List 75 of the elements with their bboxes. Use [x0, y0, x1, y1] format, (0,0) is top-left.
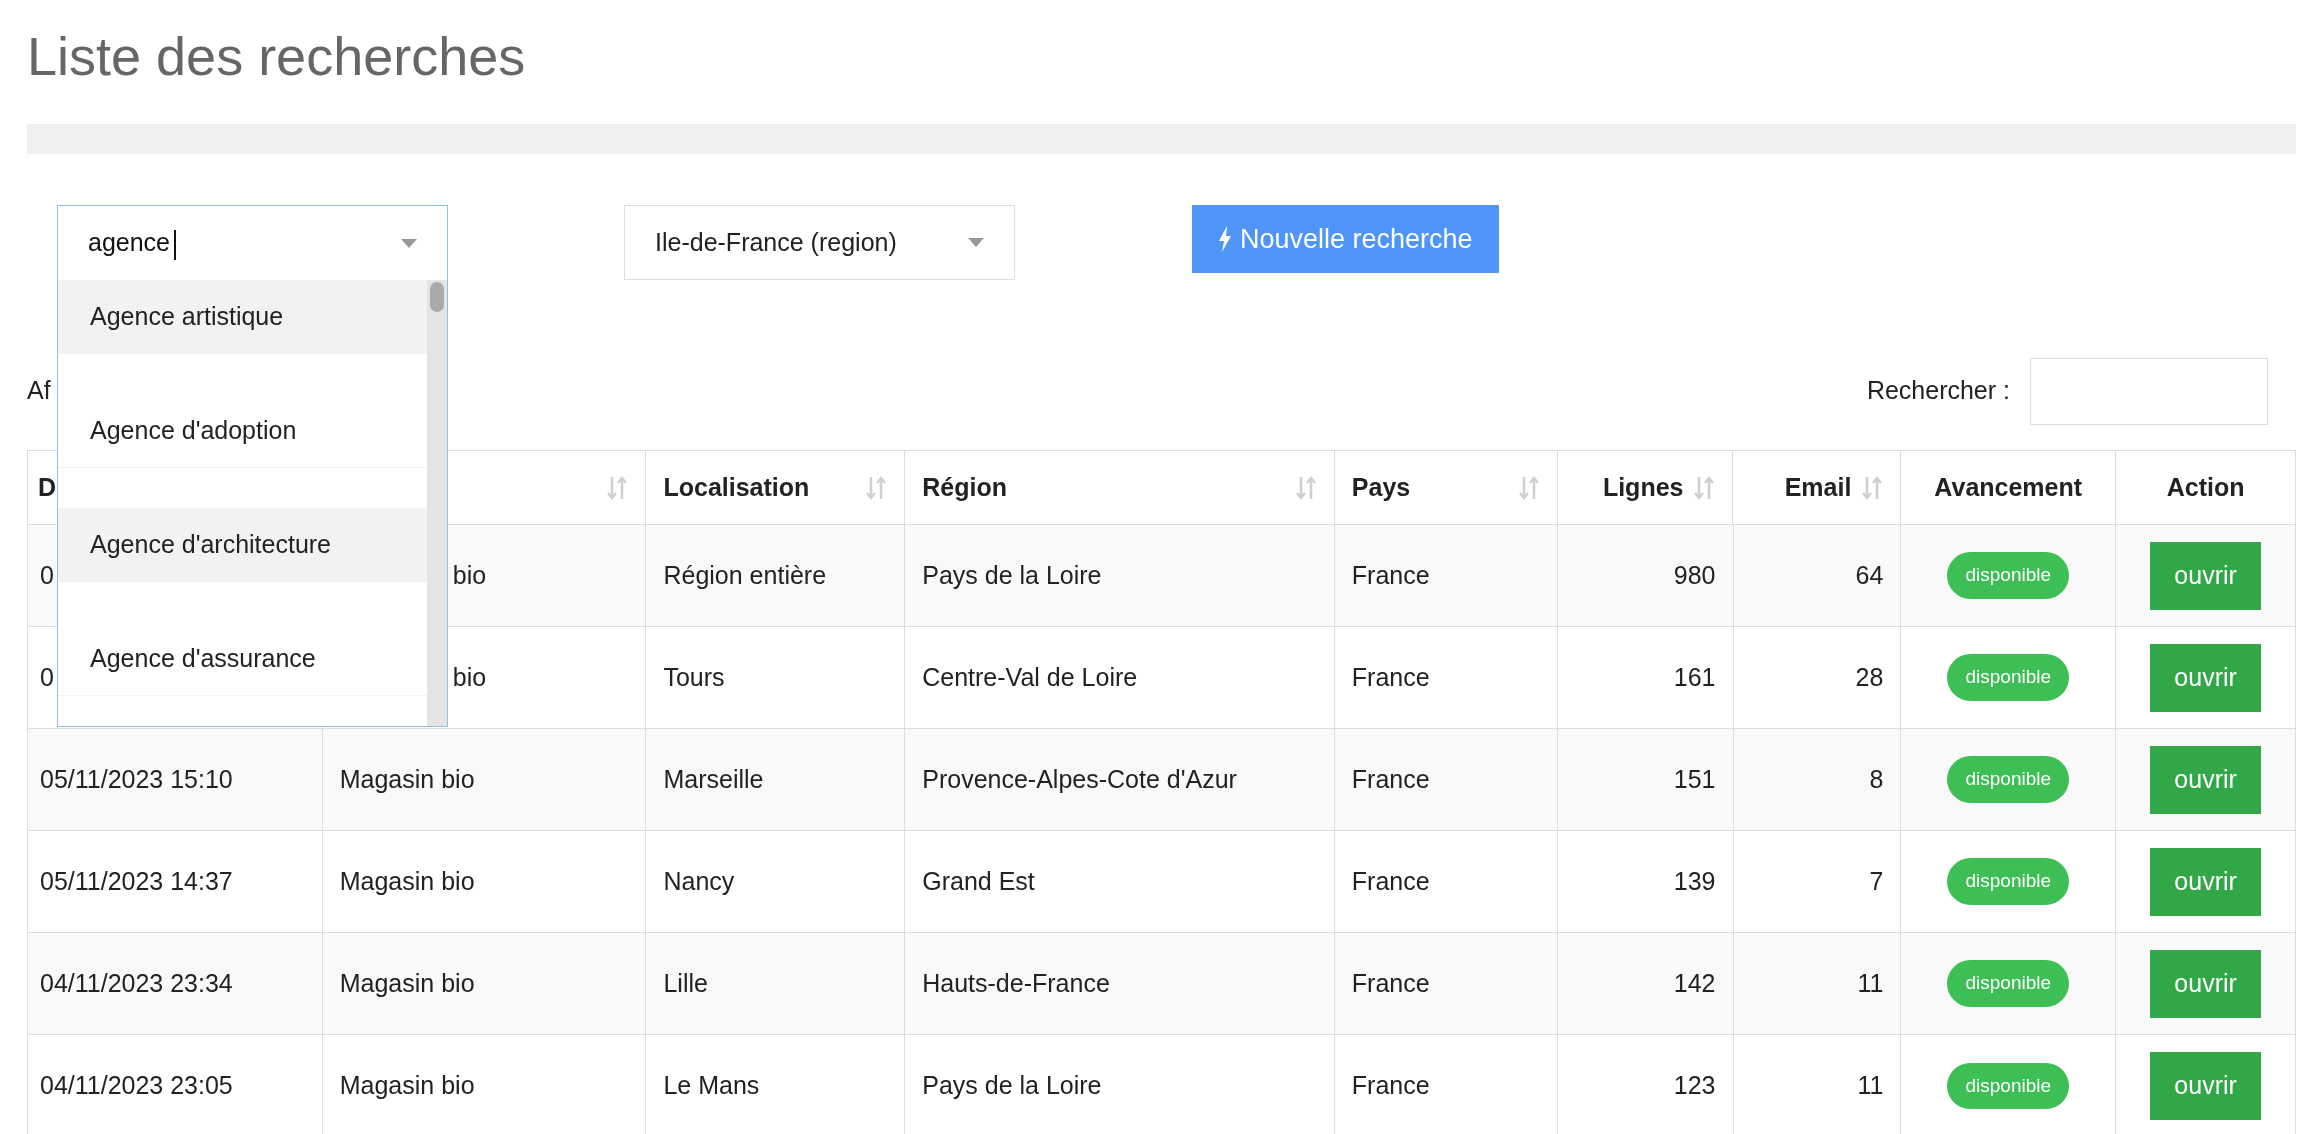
table-cell-text: Lille: [663, 967, 708, 999]
table-cell-text: 04/11/2023 23:34: [40, 967, 233, 999]
table-cell-text: bio: [452, 661, 487, 693]
table-cell-text: Région entière: [663, 559, 827, 591]
table-cell-text: 0: [40, 661, 54, 693]
table-cell-text: 980: [1673, 559, 1716, 591]
sort-icon: [1693, 474, 1716, 501]
caret-icon: [968, 238, 984, 247]
scrollbar[interactable]: [427, 280, 447, 726]
dropdown-option[interactable]: Agence artistique: [58, 280, 427, 354]
table-cell-text: 05/11/2023 15:10: [40, 763, 233, 795]
sort-icon: [1294, 474, 1317, 501]
table-cell-text: France: [1351, 967, 1430, 999]
table-cell-text: 28: [1855, 661, 1884, 693]
scrollbar-thumb[interactable]: [430, 282, 444, 312]
column-header[interactable]: Lignes: [1557, 451, 1734, 524]
table-cell-text: 142: [1673, 967, 1716, 999]
status-badge: disponible: [1947, 858, 2070, 905]
status-badge: disponible: [1947, 654, 2070, 701]
caret-icon: [401, 238, 417, 248]
sort-icon: [606, 474, 629, 501]
sort-icon: [1861, 474, 1884, 501]
table-cell-text: 64: [1855, 559, 1884, 591]
table-cell-text: 7: [1869, 865, 1884, 897]
table-cell-text: Centre-Val de Loire: [922, 661, 1138, 693]
activity-combobox[interactable]: agence: [57, 205, 448, 280]
page-title: Liste des recherches: [27, 25, 527, 88]
region-select[interactable]: Ile-de-France (region): [624, 205, 1015, 280]
column-header[interactable]: Localisation: [646, 451, 906, 524]
table-cell-text: Pays de la Loire: [922, 1070, 1102, 1102]
column-header: Action: [2165, 471, 2246, 503]
status-badge: disponible: [1947, 756, 2070, 803]
column-header[interactable]: Région: [905, 451, 1335, 524]
dropdown-option[interactable]: Agence d'architecture: [58, 508, 427, 582]
sort-icon: [865, 474, 888, 501]
lightning-icon: [1218, 226, 1232, 252]
table-cell-text: Magasin bio: [339, 1070, 475, 1102]
table-cell-text: 139: [1673, 865, 1716, 897]
table-cell-text: 04/11/2023 23:05: [40, 1070, 233, 1102]
table-cell-text: 0: [40, 559, 54, 591]
column-header[interactable]: Pays: [1334, 451, 1558, 524]
table-cell-text: Grand Est: [922, 865, 1035, 897]
search-label: Rechercher :: [1866, 375, 2010, 407]
table-cell-text: 11: [1857, 1070, 1884, 1102]
table-cell-text: 123: [1673, 1070, 1716, 1102]
table-cell-text: Magasin bio: [339, 865, 475, 897]
table-cell-text: 151: [1673, 763, 1716, 795]
status-badge: disponible: [1947, 960, 2070, 1007]
table-cell-text: 8: [1869, 763, 1884, 795]
table-cell-text: France: [1351, 661, 1430, 693]
table-cell-text: Tours: [663, 661, 725, 693]
table-cell-text: Le Mans: [663, 1070, 760, 1102]
table-cell-text: Pays de la Loire: [922, 559, 1102, 591]
sort-icon: [1517, 474, 1540, 501]
table-cell-text: Hauts-de-France: [922, 967, 1110, 999]
table-cell-text: 161: [1673, 661, 1716, 693]
length-label: Af: [27, 375, 51, 407]
table-cell-text: Provence-Alpes-Cote d'Azur: [922, 763, 1237, 795]
table-cell-text: France: [1351, 865, 1430, 897]
status-badge: disponible: [1947, 1062, 2070, 1110]
table-cell-text: 11: [1857, 967, 1884, 999]
status-badge: disponible: [1947, 552, 2070, 599]
table-cell-text: France: [1351, 763, 1430, 795]
table-cell-text: France: [1351, 559, 1430, 591]
table-cell-text: bio: [452, 559, 487, 591]
table-cell-text: Magasin bio: [339, 967, 475, 999]
table-cell-text: 05/11/2023 14:37: [40, 865, 233, 897]
search-field[interactable]: [2030, 357, 2268, 425]
table-cell-text: Nancy: [663, 865, 735, 897]
table-cell-text: Marseille: [663, 763, 764, 795]
table-cell-text: France: [1351, 1070, 1430, 1102]
combobox-value: agence: [88, 224, 177, 262]
column-header[interactable]: Email: [1733, 451, 1902, 524]
column-header: Avancement: [1901, 451, 2117, 524]
table-cell-text: Magasin bio: [339, 763, 475, 795]
